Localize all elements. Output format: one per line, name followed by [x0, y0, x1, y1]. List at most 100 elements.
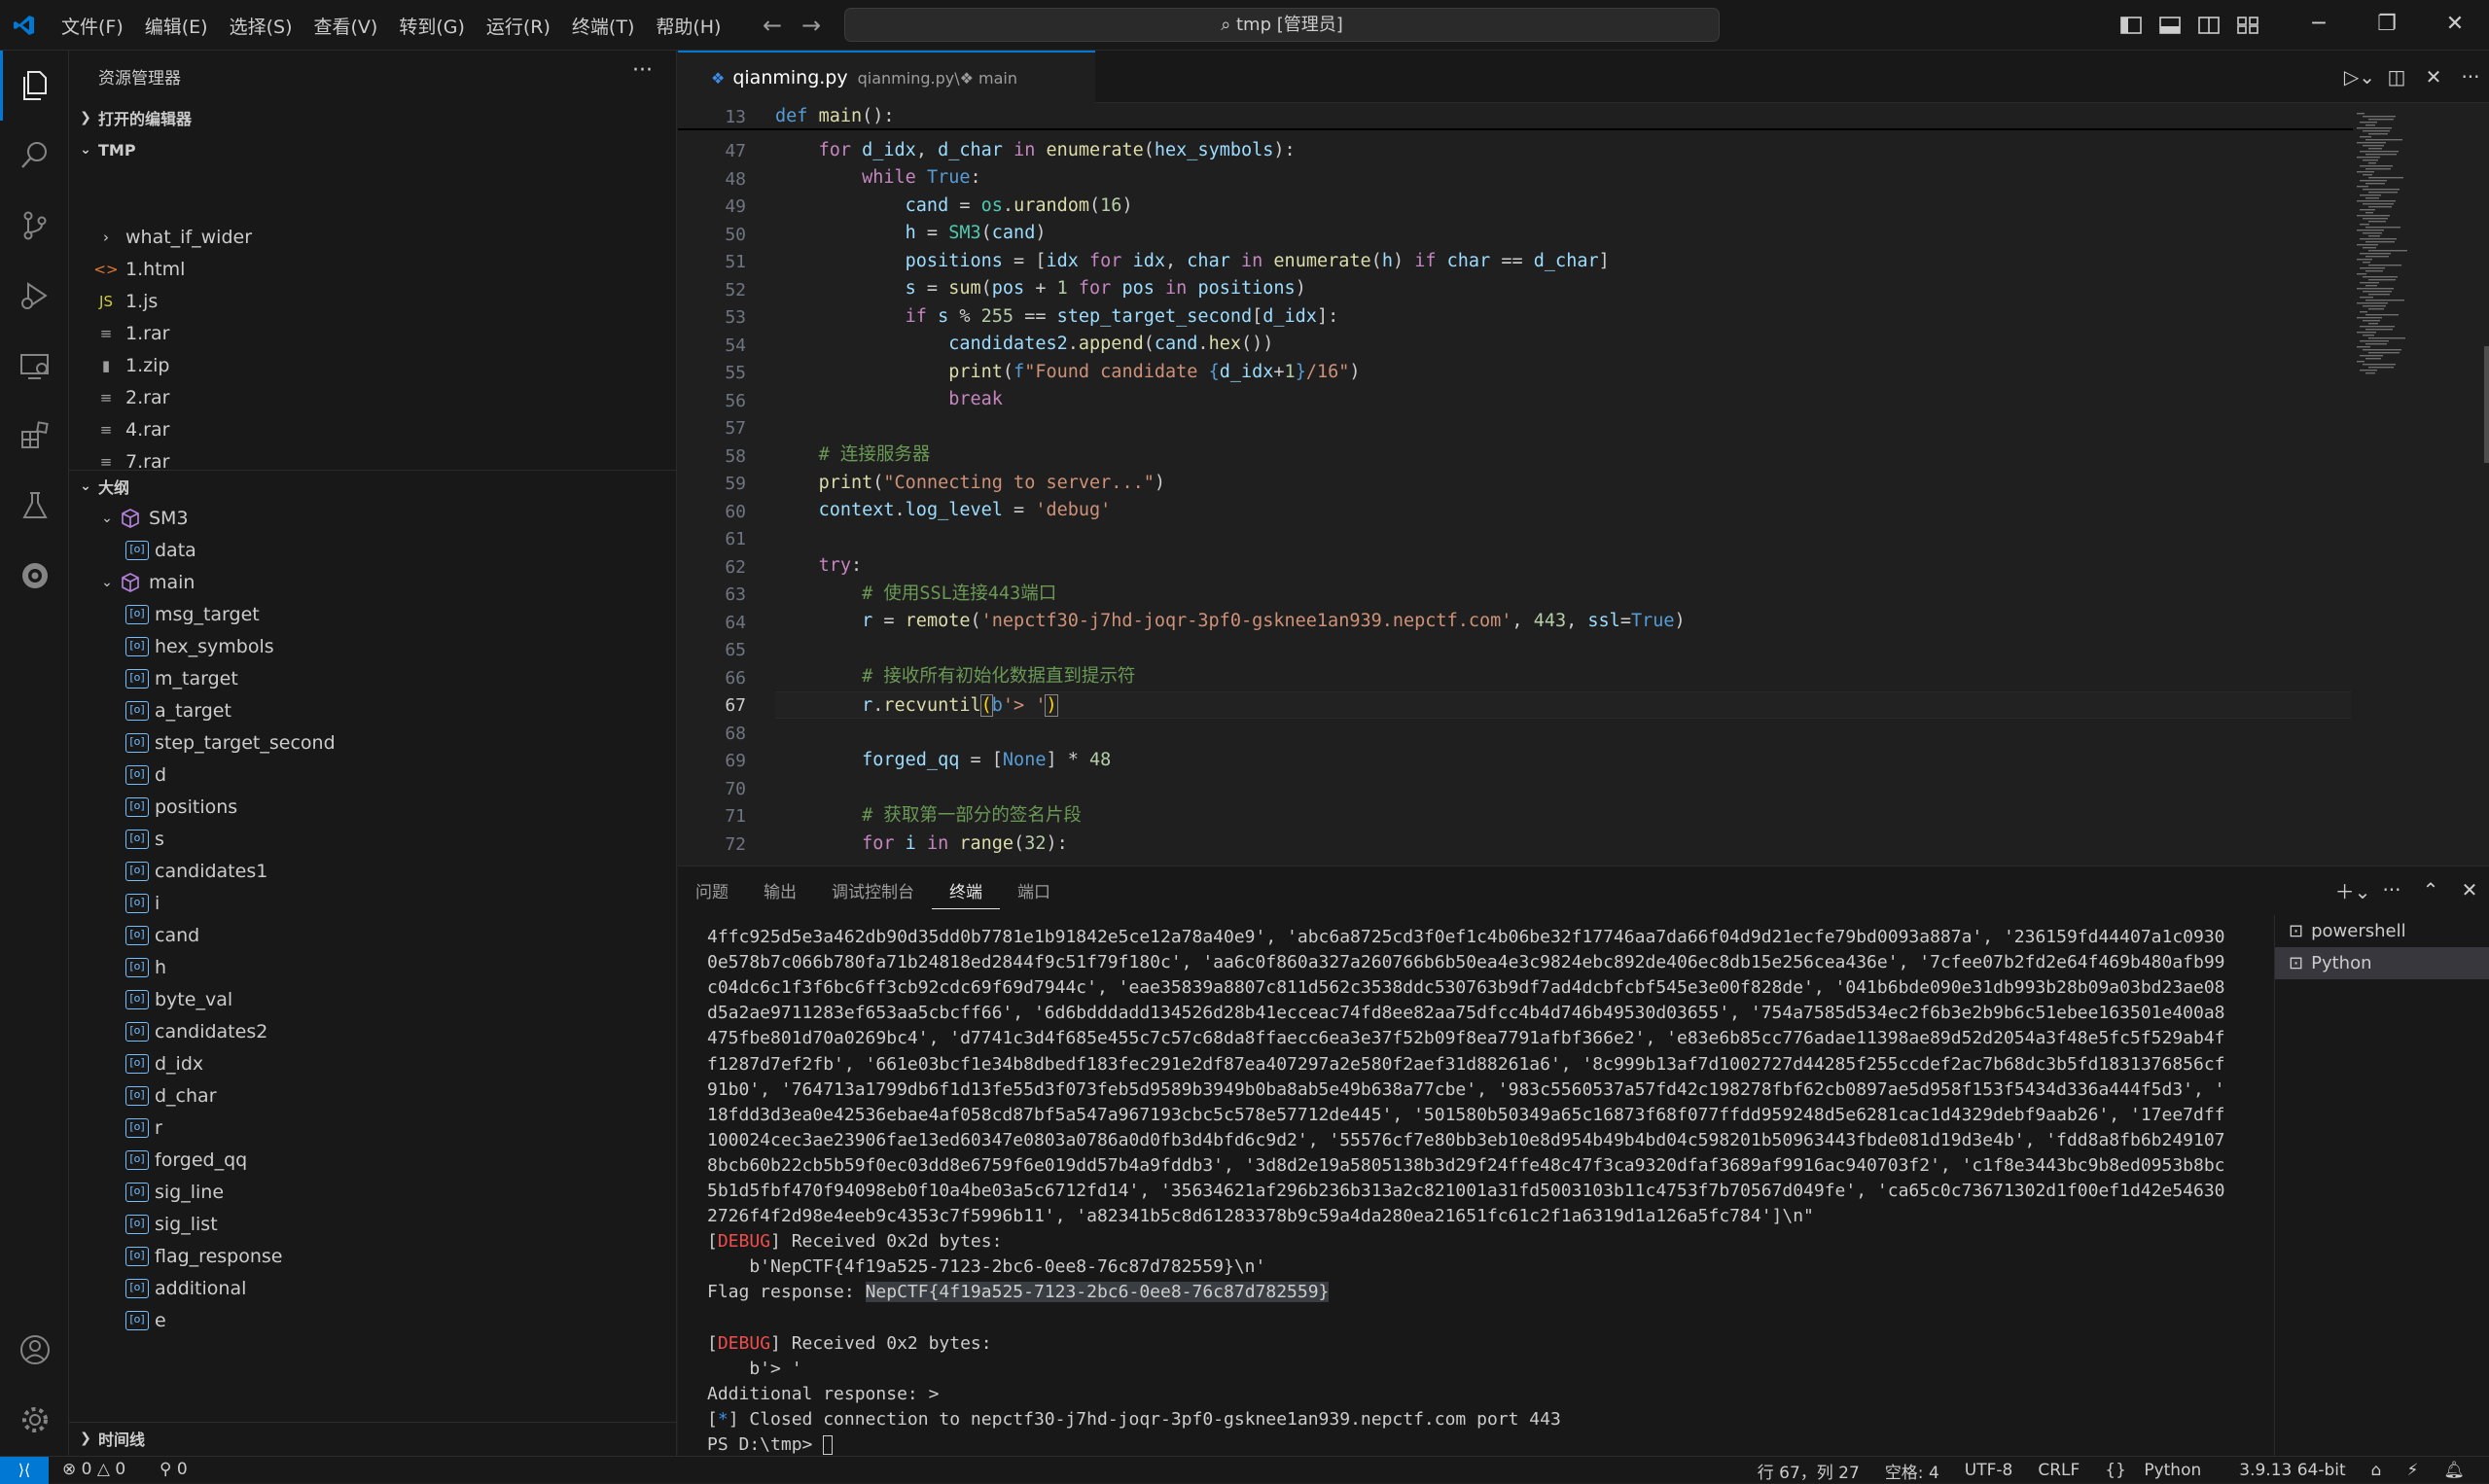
tab-ports[interactable]: 端口: [1000, 878, 1068, 902]
problems-indicator[interactable]: ⊗ 0 △ 0: [62, 1460, 125, 1479]
file-item[interactable]: ≡ 2.rar: [69, 381, 676, 413]
customize-layout-icon[interactable]: [2228, 0, 2267, 51]
new-terminal-icon[interactable]: ＋⌄: [2333, 876, 2372, 904]
outline-item[interactable]: [o] candidates2: [69, 1015, 676, 1047]
outline-item[interactable]: [o] hex_symbols: [69, 630, 676, 662]
source-control-icon[interactable]: [0, 191, 69, 261]
outline-item[interactable]: [o] cand: [69, 919, 676, 951]
menu-view[interactable]: 查看(V): [303, 13, 389, 39]
terminal-item-python[interactable]: ⊡ Python: [2275, 947, 2489, 979]
outline-item[interactable]: [o] m_target: [69, 662, 676, 694]
outline-item[interactable]: [o] sig_line: [69, 1176, 676, 1208]
outline-item[interactable]: [o] d: [69, 759, 676, 791]
cursor-position[interactable]: 行 67，列 27: [1745, 1459, 1872, 1483]
outline-item[interactable]: ⌄ main: [69, 566, 676, 598]
outline-item[interactable]: [o] r: [69, 1112, 676, 1144]
menu-selection[interactable]: 选择(S): [219, 13, 303, 39]
feedback-icon[interactable]: ⚡: [2394, 1461, 2431, 1480]
search-view-icon[interactable]: [0, 121, 69, 191]
outline-section[interactable]: ⌄ 大纲: [69, 470, 676, 501]
tab-output[interactable]: 输出: [746, 878, 814, 902]
minimize-icon[interactable]: ─: [2285, 0, 2353, 51]
outline-item[interactable]: [o] d_idx: [69, 1047, 676, 1079]
outline-item[interactable]: [o] h: [69, 951, 676, 983]
outline-item[interactable]: [o] additional: [69, 1272, 676, 1304]
timeline-section[interactable]: ❯ 时间线: [69, 1422, 676, 1453]
tab-terminal[interactable]: 终端: [932, 870, 1000, 909]
remote-explorer-icon[interactable]: [0, 331, 69, 401]
search-icon: ⌕: [1221, 15, 1236, 35]
terminal-item-powershell[interactable]: ⊡ powershell: [2275, 915, 2489, 947]
file-item[interactable]: › what_if_wider: [69, 221, 676, 253]
toggle-panel-icon[interactable]: [2151, 0, 2189, 51]
maximize-panel-icon[interactable]: ⌃: [2411, 878, 2450, 901]
copilot-icon[interactable]: ⌂: [2359, 1461, 2395, 1480]
file-item[interactable]: <> 1.html: [69, 253, 676, 285]
outline-item[interactable]: [o] i: [69, 887, 676, 919]
toggle-primary-sidebar-icon[interactable]: [2112, 0, 2151, 51]
open-editors-section[interactable]: ❯ 打开的编辑器: [69, 102, 676, 133]
run-python-file-icon[interactable]: ▷⌄: [2341, 65, 2378, 88]
outline-item[interactable]: [o] data: [69, 534, 676, 566]
menu-edit[interactable]: 编辑(E): [134, 13, 219, 39]
ports-indicator[interactable]: ⚲ 0: [160, 1460, 188, 1479]
split-editor-icon[interactable]: ◫: [2378, 65, 2415, 88]
explorer-icon[interactable]: [0, 51, 69, 121]
command-center-search[interactable]: ⌕ tmp [管理员]: [844, 8, 1720, 42]
tab-qianming-py[interactable]: ❖ qianming.py qianming.py\❖ main: [678, 51, 1096, 103]
indentation[interactable]: 空格: 4: [1872, 1459, 1952, 1483]
menu-run[interactable]: 运行(R): [476, 13, 561, 39]
menu-file[interactable]: 文件(F): [51, 13, 134, 39]
minimap-line: [2365, 168, 2391, 170]
outline-item[interactable]: [o] msg_target: [69, 598, 676, 630]
menu-terminal[interactable]: 终端(T): [561, 13, 645, 39]
remote-indicator-icon[interactable]: ⟩⟨: [0, 1457, 49, 1484]
language-mode[interactable]: {} Python: [2092, 1461, 2226, 1480]
outline-item[interactable]: [o] candidates1: [69, 855, 676, 887]
file-item[interactable]: ▮ 1.zip: [69, 349, 676, 381]
close-editor-icon[interactable]: ✕: [2415, 65, 2452, 88]
more-actions-icon[interactable]: ···: [2452, 65, 2489, 88]
outline-item[interactable]: [o] d_char: [69, 1079, 676, 1112]
outline-item[interactable]: ⌄ SM3: [69, 502, 676, 534]
close-panel-icon[interactable]: ✕: [2450, 878, 2489, 901]
tab-problems[interactable]: 问题: [678, 878, 746, 902]
tab-debug-console[interactable]: 调试控制台: [814, 878, 932, 902]
close-window-icon[interactable]: ✕: [2421, 0, 2489, 51]
breadcrumb[interactable]: qianming.py\❖ main: [858, 69, 1017, 88]
more-actions-icon[interactable]: ···: [632, 58, 653, 83]
outline-item[interactable]: [o] positions: [69, 791, 676, 823]
outline-item[interactable]: [o] step_target_second: [69, 726, 676, 759]
outline-item[interactable]: [o] e: [69, 1304, 676, 1336]
encoding[interactable]: UTF-8: [1952, 1461, 2026, 1480]
outline-item[interactable]: [o] s: [69, 823, 676, 855]
testing-icon[interactable]: [0, 471, 69, 541]
end-of-line[interactable]: CRLF: [2025, 1461, 2092, 1480]
back-arrow-icon[interactable]: ←: [763, 12, 782, 39]
more-actions-icon[interactable]: ···: [2372, 878, 2411, 901]
file-item[interactable]: ≡ 4.rar: [69, 413, 676, 445]
outline-item[interactable]: [o] sig_list: [69, 1208, 676, 1240]
github-icon[interactable]: [0, 541, 69, 611]
outline-item[interactable]: [o] a_target: [69, 694, 676, 726]
restore-icon[interactable]: ❐: [2353, 0, 2421, 51]
variable-symbol-icon: [o]: [125, 1278, 149, 1298]
run-debug-icon[interactable]: [0, 261, 69, 331]
minimap[interactable]: [2353, 103, 2489, 866]
toggle-secondary-sidebar-icon[interactable]: [2189, 0, 2228, 51]
accounts-icon[interactable]: [0, 1315, 69, 1385]
extensions-icon[interactable]: [0, 401, 69, 471]
menu-go[interactable]: 转到(G): [388, 13, 476, 39]
outline-item[interactable]: [o] flag_response: [69, 1240, 676, 1272]
forward-arrow-icon[interactable]: →: [801, 12, 821, 39]
settings-gear-icon[interactable]: [0, 1385, 69, 1455]
python-interpreter[interactable]: 3.9.13 64-bit: [2226, 1461, 2358, 1480]
notifications-bell-icon[interactable]: 🔔︎: [2431, 1461, 2477, 1480]
outline-item[interactable]: [o] forged_qq: [69, 1144, 676, 1176]
file-item[interactable]: JS 1.js: [69, 285, 676, 317]
file-item[interactable]: ≡ 1.rar: [69, 317, 676, 349]
folder-section[interactable]: ⌄ TMP: [69, 134, 676, 165]
sticky-scroll[interactable]: 13 def main():: [678, 103, 2353, 130]
menu-help[interactable]: 帮助(H): [645, 13, 731, 39]
outline-item[interactable]: [o] byte_val: [69, 983, 676, 1015]
